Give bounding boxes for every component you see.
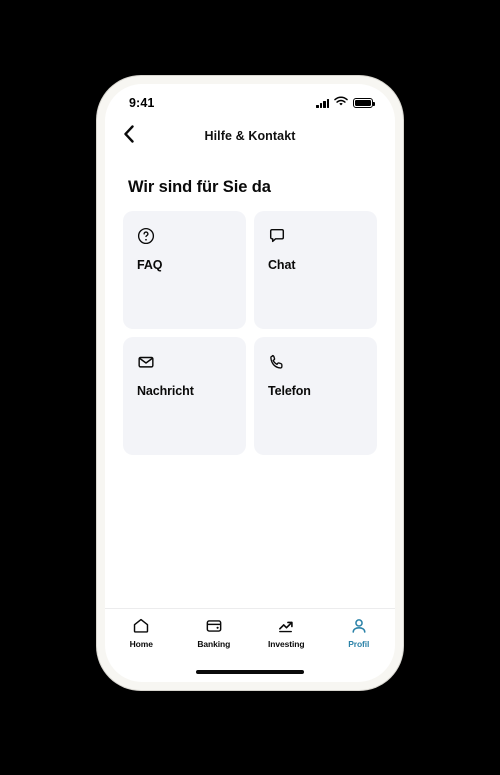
battery-icon bbox=[353, 98, 375, 108]
tab-investing[interactable]: Investing bbox=[250, 616, 323, 649]
tab-banking[interactable]: Banking bbox=[178, 616, 251, 649]
chevron-left-icon bbox=[123, 124, 135, 148]
tab-label: Home bbox=[129, 639, 153, 649]
home-icon bbox=[132, 616, 150, 635]
status-bar-time: 9:41 bbox=[129, 96, 155, 110]
tab-label: Banking bbox=[197, 639, 231, 649]
signal-bars-icon bbox=[316, 98, 329, 108]
support-card-grid: FAQ Chat Nachricht Telefon bbox=[123, 211, 377, 455]
card-faq[interactable]: FAQ bbox=[123, 211, 246, 329]
home-indicator-area bbox=[105, 662, 395, 682]
card-label: FAQ bbox=[137, 258, 163, 272]
person-icon bbox=[350, 616, 368, 635]
screenshot-stage: 9:41 Hilfe & Kontakt Wir sind für Sie da… bbox=[0, 0, 500, 775]
page-heading: Wir sind für Sie da bbox=[128, 178, 271, 196]
chat-bubble-icon bbox=[268, 225, 363, 247]
card-nachricht[interactable]: Nachricht bbox=[123, 337, 246, 455]
tab-label: Profil bbox=[348, 639, 370, 649]
card-telefon[interactable]: Telefon bbox=[254, 337, 377, 455]
content-area: Wir sind für Sie da FAQ Chat Nachricht T… bbox=[105, 156, 395, 608]
tab-profil[interactable]: Profil bbox=[323, 616, 396, 649]
card-label: Telefon bbox=[268, 384, 311, 398]
wifi-icon bbox=[334, 94, 348, 112]
trending-up-icon bbox=[277, 616, 296, 635]
bottom-tab-bar: Home Banking Investing Profil bbox=[105, 608, 395, 662]
question-circle-icon bbox=[137, 225, 232, 247]
status-bar: 9:41 bbox=[105, 84, 395, 116]
back-button[interactable] bbox=[123, 123, 149, 149]
phone-frame: 9:41 Hilfe & Kontakt Wir sind für Sie da… bbox=[97, 76, 403, 690]
phone-icon bbox=[268, 351, 363, 373]
tab-label: Investing bbox=[268, 639, 305, 649]
nav-header: Hilfe & Kontakt bbox=[105, 116, 395, 156]
card-label: Nachricht bbox=[137, 384, 194, 398]
envelope-icon bbox=[137, 351, 232, 373]
status-bar-icons bbox=[316, 94, 375, 112]
card-chat[interactable]: Chat bbox=[254, 211, 377, 329]
home-indicator[interactable] bbox=[196, 670, 304, 674]
card-label: Chat bbox=[268, 258, 296, 272]
tab-home[interactable]: Home bbox=[105, 616, 178, 649]
wallet-icon bbox=[205, 616, 223, 635]
phone-screen: 9:41 Hilfe & Kontakt Wir sind für Sie da… bbox=[105, 84, 395, 682]
